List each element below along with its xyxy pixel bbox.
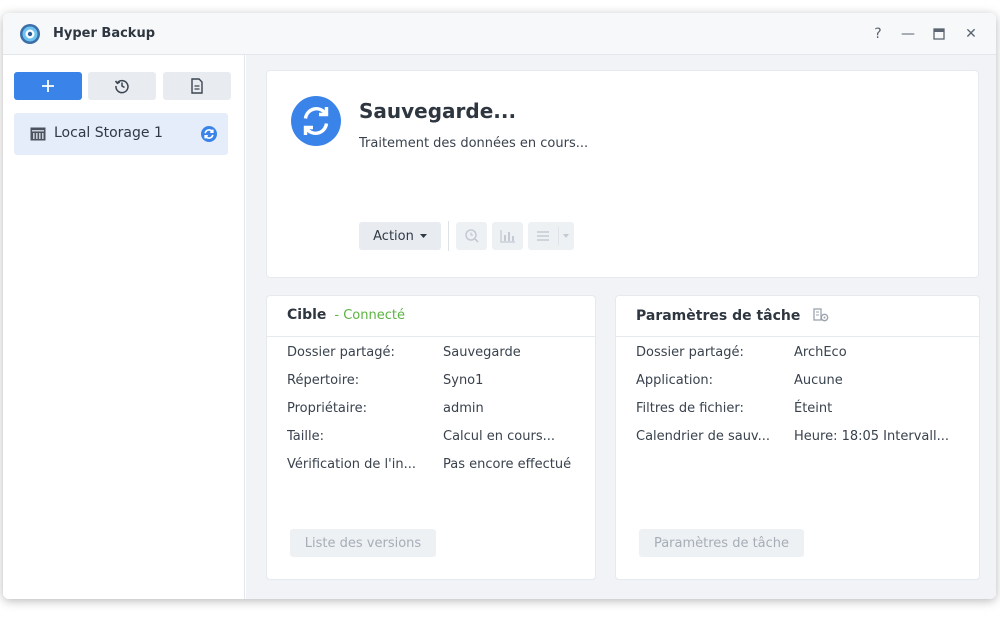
target-title-text: Cible (287, 307, 327, 323)
sidebar-item-local-storage-1[interactable]: Local Storage 1 (14, 113, 228, 155)
task-value-shared-folder: ArchEco (794, 345, 847, 360)
history-icon (114, 79, 129, 94)
target-panel-title: Cible - Connecté (287, 307, 405, 323)
close-button[interactable]: ✕ (962, 24, 980, 44)
task-settings-icon (813, 308, 829, 322)
maximize-icon (933, 28, 945, 40)
sync-icon (201, 126, 217, 142)
target-label-integrity-check: Vérification de l'in... (287, 457, 416, 472)
connection-status: - Connecté (334, 308, 405, 323)
main-content: Sauvegarde... Traitement des données en … (246, 55, 996, 599)
statistics-button[interactable] (492, 222, 523, 250)
task-label-application: Application: (636, 373, 714, 388)
target-label-directory: Répertoire: (287, 373, 360, 388)
plus-icon (42, 80, 54, 92)
magnifier-clock-icon (464, 229, 479, 243)
caret-down-icon (419, 234, 427, 238)
backup-status-card: Sauvegarde... Traitement des données en … (266, 70, 979, 278)
task-label-shared-folder: Dossier partagé: (636, 345, 744, 360)
help-button[interactable]: ? (869, 24, 887, 44)
action-dropdown-button[interactable]: Action (359, 222, 441, 250)
sidebar-item-label: Local Storage 1 (54, 125, 163, 141)
document-icon (191, 78, 203, 94)
menu-separator (558, 227, 559, 245)
panel-divider (616, 336, 979, 337)
window-title: Hyper Backup (53, 26, 156, 41)
task-value-application: Aucune (794, 373, 843, 388)
hyper-backup-window: Hyper Backup ? — ✕ Local Storage 1 Sauve… (3, 13, 996, 599)
caret-down-icon (563, 234, 569, 238)
target-label-size: Taille: (287, 429, 324, 444)
target-label-shared-folder: Dossier partagé: (287, 345, 395, 360)
task-label-schedule: Calendrier de sauv... (636, 429, 771, 444)
task-label-file-filters: Filtres de fichier: (636, 401, 744, 416)
task-value-schedule: Heure: 18:05 Intervall... (794, 429, 949, 444)
bar-chart-icon (499, 230, 515, 243)
target-label-owner: Propriétaire: (287, 401, 367, 416)
task-panel-title: Paramètres de tâche (636, 307, 829, 324)
task-settings-panel: Paramètres de tâche Dossier partagé: Arc… (615, 295, 980, 580)
maximize-button[interactable] (930, 24, 948, 44)
target-value-size: Calcul en cours... (443, 429, 556, 444)
backup-sync-icon (291, 96, 341, 146)
log-button[interactable] (163, 72, 231, 100)
target-value-owner: admin (443, 401, 484, 416)
backup-status-title: Sauvegarde... (359, 99, 517, 123)
list-icon (537, 231, 549, 241)
target-value-shared-folder: Sauvegarde (443, 345, 521, 360)
more-menu-button[interactable] (528, 222, 574, 250)
action-button-label: Action (373, 228, 414, 244)
toolbar-divider (448, 221, 449, 251)
target-value-integrity-check: Pas encore effectué (443, 457, 572, 472)
target-value-directory: Syno1 (443, 373, 484, 388)
task-title-text: Paramètres de tâche (636, 308, 801, 324)
panel-divider (267, 336, 595, 337)
task-value-file-filters: Éteint (794, 401, 833, 416)
search-version-button[interactable] (456, 222, 487, 250)
task-settings-button[interactable]: Paramètres de tâche (639, 529, 804, 557)
title-bar[interactable]: Hyper Backup ? — ✕ (3, 13, 996, 55)
minimize-button[interactable]: — (899, 24, 917, 44)
restore-button[interactable] (88, 72, 156, 100)
target-panel: Cible - Connecté Dossier partagé: Sauvega… (266, 295, 596, 580)
hyper-backup-app-icon (20, 24, 40, 44)
backup-status-subtitle: Traitement des données en cours... (359, 136, 589, 151)
storage-icon (30, 127, 46, 141)
sidebar: Local Storage 1 (3, 55, 245, 599)
add-task-button[interactable] (14, 72, 82, 100)
version-list-button[interactable]: Liste des versions (290, 529, 436, 557)
